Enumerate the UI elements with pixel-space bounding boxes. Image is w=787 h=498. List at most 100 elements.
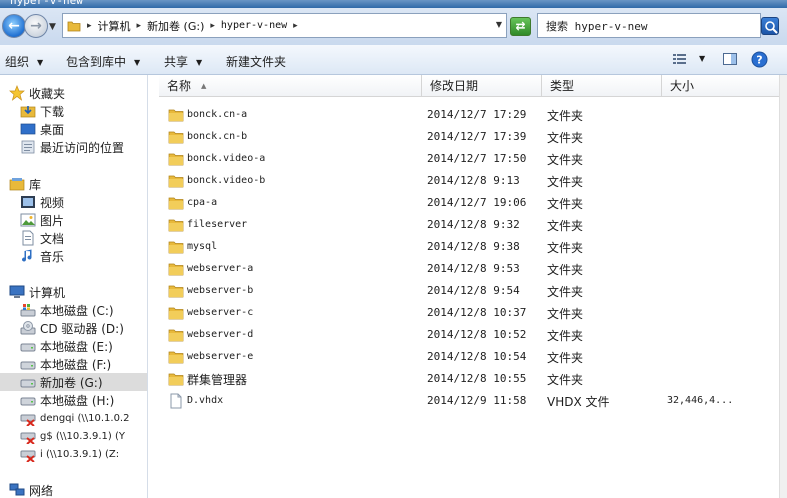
sidebar-drive-label: 新加卷 (G:) [40,375,103,390]
folder-icon [168,217,184,236]
breadcrumb-chevron-icon[interactable]: ▸ [210,21,215,31]
address-history-dropdown-icon[interactable]: ▼ [496,20,502,29]
file-modified-date: 2014/12/8 9:13 [427,174,520,187]
search-icon [765,21,778,34]
search-placeholder: 搜索 hyper-v-new [546,19,648,33]
file-row[interactable]: webserver-e 2014/12/8 10:54 文件夹 [149,346,739,368]
breadcrumb-chevron-icon[interactable]: ▸ [87,21,92,31]
file-list-pane: 名称 ▲ 修改日期 类型 大小 bonck.cn-a 2014/12/7 17:29… [149,75,787,498]
refresh-button[interactable]: ⇄ [510,17,531,36]
file-row[interactable]: fileserver 2014/12/8 9:32 文件夹 [149,214,739,236]
nav-item-label: 文档 [40,231,65,246]
view-options-button[interactable] [672,51,688,70]
include-library-label: 包含到库中 [66,55,127,69]
address-bar-area: ← → ▼ ▸ 计算机 ▸ 新加卷 (G:) ▸ hyper-v-new ▸ ▼… [0,8,787,45]
nav-favorites[interactable]: 收藏夹 [9,84,65,102]
nav-network-label: 网络 [29,483,54,498]
column-header-size[interactable]: 大小 [662,75,782,97]
file-row[interactable]: webserver-b 2014/12/8 9:54 文件夹 [149,280,739,302]
file-type: VHDX 文件 [547,395,610,409]
breadcrumb-hyper-v-new[interactable]: hyper-v-new [221,20,287,31]
nav-item-downloads[interactable]: 下载 [20,102,64,120]
new-folder-button[interactable]: 新建文件夹 [226,53,286,70]
breadcrumb-volume-g[interactable]: 新加卷 (G:) [147,18,204,34]
file-type: 文件夹 [547,307,584,321]
sidebar-drive-item[interactable]: g$ (\\10.3.9.1) (Y [20,427,125,445]
sidebar-drive-item[interactable]: dengqi (\\10.1.0.2 [20,409,129,427]
sidebar-drive-item[interactable]: CD 驱动器 (D:) [20,319,124,337]
nav-item-videos[interactable]: 视频 [20,193,64,211]
view-dropdown-icon[interactable]: ▼ [699,54,705,63]
back-button[interactable]: ← [2,14,26,38]
sidebar-drive-item[interactable]: 本地磁盘 (H:) [20,391,114,409]
file-row[interactable]: bonck.cn-a 2014/12/7 17:29 文件夹 [149,104,739,126]
forward-button[interactable]: → [24,14,48,38]
sidebar-drive-label: i (\\10.3.9.1) (Z: [40,448,120,460]
nav-libraries[interactable]: 库 [9,175,41,193]
picture-library-icon [20,212,36,228]
column-header-date[interactable]: 修改日期 [422,75,542,97]
search-input[interactable]: 搜索 hyper-v-new [537,13,761,38]
breadcrumb-chevron-icon[interactable]: ▸ [293,21,298,31]
share-menu[interactable]: 共享 ▼ [164,53,202,70]
file-row[interactable]: bonck.video-a 2014/12/7 17:50 文件夹 [149,148,739,170]
nav-item-recent-places[interactable]: 最近访问的位置 [20,138,124,156]
svg-text:?: ? [756,54,762,67]
nav-item-label: 图片 [40,213,65,228]
breadcrumb-chevron-icon[interactable]: ▸ [137,21,142,31]
nav-item-label: 视频 [40,195,65,210]
right-edge-bar [779,75,787,498]
nav-item-desktop[interactable]: 桌面 [20,120,64,138]
breadcrumb-computer[interactable]: 计算机 [98,18,131,34]
folder-icon [168,173,184,192]
dropdown-caret-icon: ▼ [196,58,203,67]
sidebar-drive-item[interactable]: i (\\10.3.9.1) (Z: [20,445,119,463]
file-name: webserver-e [187,351,254,362]
file-name: webserver-b [187,285,254,296]
help-button[interactable]: ? [751,51,768,71]
nav-item-documents[interactable]: 文档 [20,229,64,247]
nav-network[interactable]: 网络 [9,481,53,498]
file-row[interactable]: webserver-a 2014/12/8 9:53 文件夹 [149,258,739,280]
folder-icon [168,371,184,390]
file-row[interactable]: bonck.cn-b 2014/12/7 17:39 文件夹 [149,126,739,148]
recent-pages-dropdown-icon[interactable]: ▼ [49,22,56,32]
sidebar-drive-item[interactable]: 本地磁盘 (C:) [20,301,114,319]
preview-pane-icon [723,53,737,65]
sidebar-drive-item[interactable]: 本地磁盘 (F:) [20,355,111,373]
nav-libraries-label: 库 [29,177,42,192]
file-row[interactable]: mysql 2014/12/8 9:38 文件夹 [149,236,739,258]
folder-icon [168,241,184,254]
nav-item-music[interactable]: 音乐 [20,247,64,265]
sidebar-drive-item[interactable]: 新加卷 (G:) [0,373,147,391]
folder-icon [168,285,184,298]
file-row[interactable]: D.vhdx 2014/12/9 11:58 VHDX 文件 32,446,4... [149,390,739,412]
recent-places-icon [20,139,36,155]
column-header-name[interactable]: 名称 ▲ [159,75,422,97]
include-in-library-menu[interactable]: 包含到库中 ▼ [66,53,140,70]
folder-icon [67,21,81,31]
file-row[interactable]: webserver-d 2014/12/8 10:52 文件夹 [149,324,739,346]
column-header-type[interactable]: 类型 [542,75,662,97]
sidebar-drive-item[interactable]: 本地磁盘 (E:) [20,337,113,355]
nav-computer[interactable]: 计算机 [9,283,65,301]
address-bar[interactable]: ▸ 计算机 ▸ 新加卷 (G:) ▸ hyper-v-new ▸ ▼ [62,13,507,38]
file-row[interactable]: 群集管理器 2014/12/8 10:55 文件夹 [149,368,739,390]
file-type: 文件夹 [547,197,584,211]
network-drive-disconnected-icon [20,428,36,445]
file-modified-date: 2014/12/8 9:38 [427,240,520,253]
file-row[interactable]: bonck.video-b 2014/12/8 9:13 文件夹 [149,170,739,192]
preview-pane-button[interactable] [722,51,738,70]
file-row[interactable]: webserver-c 2014/12/8 10:37 文件夹 [149,302,739,324]
file-name: bonck.video-a [187,153,266,164]
organize-menu[interactable]: 组织 ▼ [5,53,43,70]
search-button[interactable] [761,17,779,35]
file-modified-date: 2014/12/7 17:29 [427,108,527,121]
cd-drive-icon [20,320,36,336]
file-row[interactable]: cpa-a 2014/12/7 19:06 文件夹 [149,192,739,214]
file-type: 文件夹 [547,153,584,167]
share-label: 共享 [164,55,189,69]
help-icon: ? [751,51,768,68]
folder-icon [168,263,184,276]
nav-item-pictures[interactable]: 图片 [20,211,64,229]
